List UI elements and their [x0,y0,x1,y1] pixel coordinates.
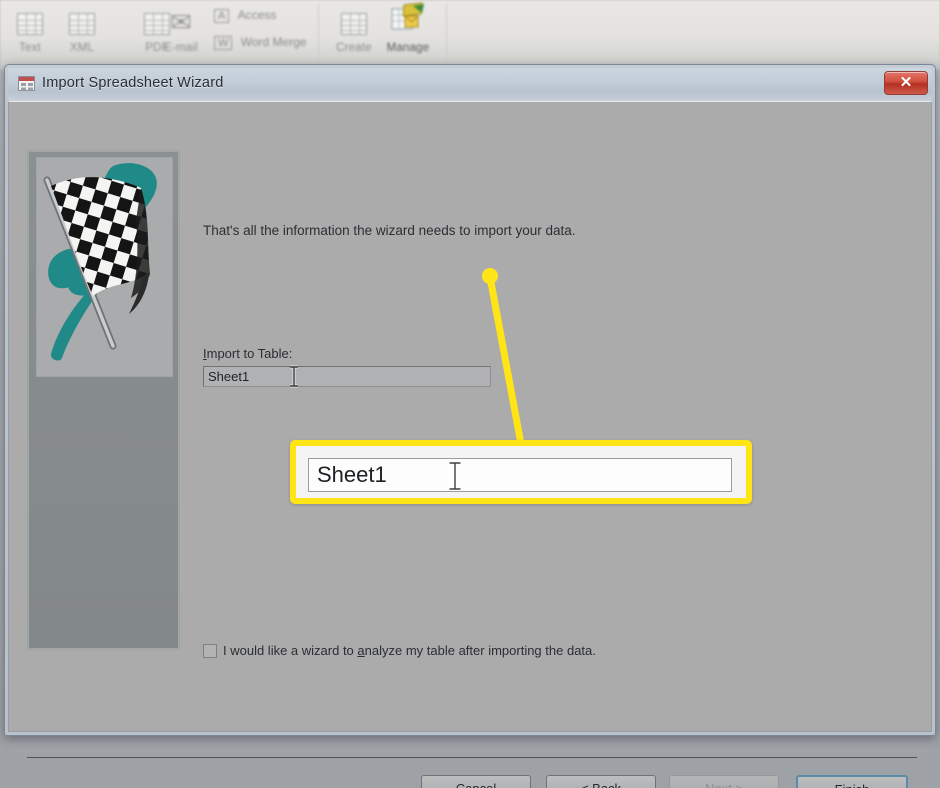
next-button-accesskey: N [705,781,714,788]
wizard-side-panel [27,150,180,650]
wizard-intro-text: That's all the information the wizard ne… [203,223,576,238]
dialog-title: Import Spreadsheet Wizard [42,75,224,91]
zoom-callout-import-to-table: Sheet1 [290,440,752,504]
background-ribbon: Text XML PDF ✉ E-mail A Access W Word Me… [0,0,940,70]
cancel-button[interactable]: Cancel [421,775,531,788]
analyze-label-accesskey: a [357,643,365,658]
back-button-label: ack [601,781,621,788]
export-xml-icon [56,2,108,42]
analyze-table-label: I would like a wizard to analyze my tabl… [223,643,596,658]
finish-button-label: inish [843,782,870,788]
ribbon-button-create-label: Create [336,42,372,54]
ribbon-button-create[interactable]: Create [328,2,380,54]
spreadsheet-wizard-icon [18,76,35,91]
checkered-flag-illustration [36,157,173,377]
ribbon-button-manage[interactable]: Manage [382,2,434,54]
finish-button[interactable]: Finish [796,775,908,788]
export-text-icon [4,2,56,42]
import-to-table-label-rest: mport to Table: [206,346,293,361]
ribbon-button-manage-label: Manage [386,42,430,54]
dialog-client-area: That's all the information the wizard ne… [8,101,932,788]
cancel-button-label: Cancel [456,781,496,788]
dialog-titlebar[interactable]: Import Spreadsheet Wizard ✕ [8,68,932,101]
close-icon[interactable]: ✕ [884,71,928,95]
manage-replies-icon [382,2,434,42]
finish-button-accesskey: F [835,782,843,788]
back-button-prefix: < [581,781,592,788]
word-merge-icon: W [214,36,233,50]
analyze-label-after: nalyze my table after importing the data… [364,643,596,658]
access-icon: A [214,9,230,23]
ribbon-button-email[interactable]: ✉ E-mail [155,2,207,54]
ribbon-item-word-merge[interactable]: W Word Merge [214,35,307,50]
ribbon-item-access[interactable]: A Access [214,8,276,23]
ribbon-button-text[interactable]: Text [4,2,56,54]
ribbon-button-xml[interactable]: XML [56,2,108,54]
ribbon-button-text-label: Text [19,42,41,54]
analyze-label-before: I would like a wizard to [223,643,358,658]
next-button-label: ext > [714,781,743,788]
create-email-icon [328,2,380,42]
ribbon-button-xml-label: XML [69,42,95,54]
ribbon-button-email-label: E-mail [164,42,198,54]
back-button[interactable]: < Back [546,775,656,788]
next-button: Next > [669,775,779,788]
callout-table-name-value[interactable]: Sheet1 [308,458,732,492]
footer-divider [27,757,917,758]
ribbon-item-word-merge-label: Word Merge [240,35,307,49]
import-to-table-label: Import to Table: [203,346,292,361]
export-email-icon: ✉ [170,7,192,37]
ribbon-item-access-label: Access [237,8,277,22]
analyze-table-checkbox[interactable] [203,644,217,658]
back-button-accesskey: B [592,781,601,788]
import-spreadsheet-wizard-dialog: Import Spreadsheet Wizard ✕ That's all t… [4,64,936,788]
import-to-table-input[interactable] [203,366,491,387]
